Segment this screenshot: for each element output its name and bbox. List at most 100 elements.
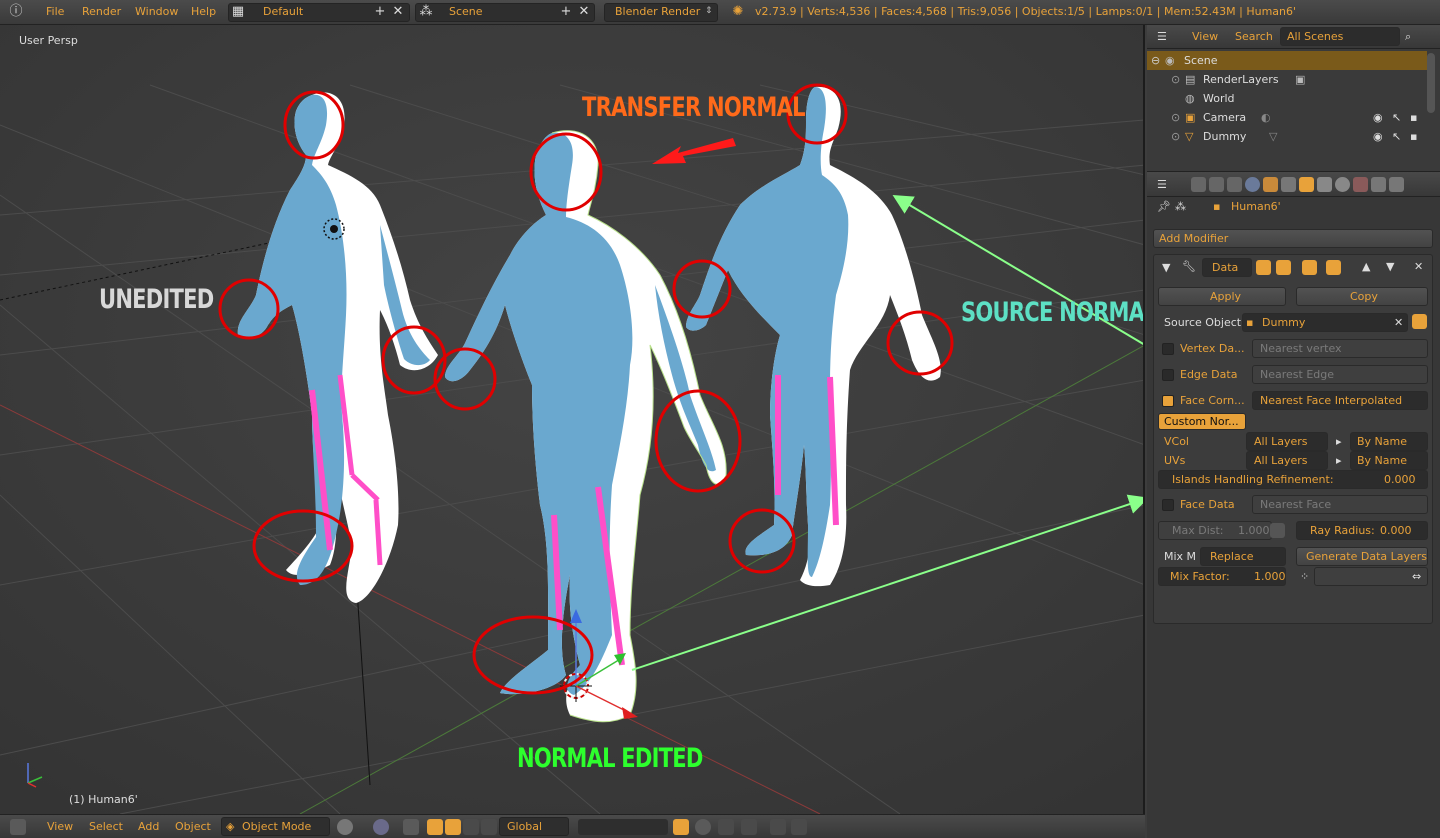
menu-view[interactable]: View — [47, 820, 73, 833]
scale-icon[interactable] — [463, 819, 479, 835]
face-corner-label: Face Corn... — [1180, 394, 1245, 407]
editmode-toggle-icon[interactable] — [1302, 260, 1317, 275]
particles-tab-icon[interactable] — [1371, 177, 1386, 192]
shading-icon[interactable] — [337, 819, 353, 835]
render-tab-icon[interactable] — [1191, 177, 1206, 192]
constraints-tab-icon[interactable] — [1281, 177, 1296, 192]
manipulator-toggle-icon[interactable] — [403, 819, 419, 835]
remove-modifier-icon[interactable]: ✕ — [1414, 260, 1423, 273]
3d-viewport[interactable]: User Persp (1) Human6' TRANSFER NORMAL U… — [0, 25, 1145, 814]
edge-data-checkbox[interactable] — [1162, 369, 1174, 381]
texture-tab-icon[interactable] — [1353, 177, 1368, 192]
menu-select[interactable]: Select — [89, 820, 123, 833]
blender-logo-icon: ✺ — [732, 4, 744, 19]
pivot-icon[interactable] — [373, 819, 389, 835]
editor-type-icon[interactable] — [10, 819, 26, 835]
add-scene-icon[interactable]: + — [558, 4, 574, 20]
expand-dot-icon[interactable]: ⊙ — [1171, 130, 1180, 143]
viewport-header: View Select Add Object ◈ Object Mode Glo… — [0, 814, 1145, 838]
scene-tree-icon: ◉ — [1165, 54, 1175, 67]
move-up-icon[interactable]: ▲ — [1362, 260, 1370, 273]
viewport-toggle-icon[interactable] — [1276, 260, 1291, 275]
delete-screen-icon[interactable]: ✕ — [390, 4, 406, 20]
visibility-eye-icon[interactable]: ◉ — [1373, 130, 1383, 143]
menu-add[interactable]: Add — [138, 820, 159, 833]
outliner-scrollbar[interactable] — [1427, 53, 1435, 113]
menu-file[interactable]: File — [46, 5, 64, 18]
face-mapping-value: Nearest Face — [1260, 498, 1332, 511]
render-animation-icon[interactable] — [791, 819, 807, 835]
outliner-row-dummy[interactable]: ⊙ ▽ Dummy ▽ ◉ ↖ ▪ — [1147, 127, 1427, 146]
select-arrow-icon[interactable]: ↖ — [1392, 130, 1401, 143]
outliner-label-renderlayers: RenderLayers — [1203, 73, 1279, 86]
expand-dot-icon[interactable]: ⊙ — [1171, 73, 1180, 86]
snap-target-icon[interactable] — [741, 819, 757, 835]
vcol-layers-value: All Layers — [1254, 435, 1308, 448]
visibility-eye-icon[interactable]: ◉ — [1373, 111, 1383, 124]
vcol-arrow-icon: ▸ — [1336, 435, 1342, 448]
menu-object[interactable]: Object — [175, 820, 211, 833]
mix-mode-label: Mix M — [1164, 550, 1197, 563]
rotate-icon[interactable] — [445, 819, 461, 835]
move-down-icon[interactable]: ▼ — [1386, 260, 1394, 273]
object-mode-icon: ◈ — [226, 820, 235, 833]
vertex-group-field[interactable] — [1314, 567, 1428, 586]
scene-stats: v2.73.9 | Verts:4,536 | Faces:4,568 | Tr… — [755, 5, 1297, 18]
transform-extra-icon[interactable] — [481, 819, 497, 835]
physics-tab-icon[interactable] — [1389, 177, 1404, 192]
expand-dot-icon[interactable]: ⊙ — [1171, 111, 1180, 124]
mix-mode-value: Replace — [1210, 550, 1254, 563]
layer-lock-icon[interactable] — [673, 819, 689, 835]
world-tab-icon[interactable] — [1245, 177, 1260, 192]
properties-editor-icon[interactable]: ☰ — [1157, 178, 1167, 191]
scene-tab-icon[interactable] — [1227, 177, 1242, 192]
menu-render[interactable]: Render — [82, 5, 121, 18]
snap-icon[interactable] — [718, 819, 734, 835]
data-tab-icon[interactable] — [1317, 177, 1332, 192]
vertex-data-checkbox[interactable] — [1162, 343, 1174, 355]
outliner-row-renderlayers[interactable]: ⊙ ▤ RenderLayers ▣ — [1147, 70, 1427, 89]
render-camera-icon[interactable]: ▪ — [1410, 130, 1417, 143]
material-tab-icon[interactable] — [1335, 177, 1350, 192]
render-toggle-icon[interactable] — [1256, 260, 1271, 275]
mesh-data-icon: ▽ — [1269, 130, 1278, 143]
object-tab-icon[interactable] — [1263, 177, 1278, 192]
islands-refinement-value: 0.000 — [1384, 473, 1416, 486]
ray-radius-label: Ray Radius: — [1310, 524, 1375, 537]
face-data-checkbox[interactable] — [1162, 499, 1174, 511]
add-screen-icon[interactable]: + — [372, 4, 388, 20]
outliner-menu-view[interactable]: View — [1192, 30, 1218, 43]
proportional-edit-icon[interactable] — [695, 819, 711, 835]
source-normal-label: SOURCE NORMAL — [961, 297, 1145, 328]
face-corner-checkbox[interactable] — [1162, 395, 1174, 407]
source-object-icon: ▪ — [1246, 316, 1254, 329]
outliner-editor-icon[interactable]: ☰ — [1157, 30, 1167, 43]
cage-toggle-icon[interactable] — [1326, 260, 1341, 275]
outliner-row-camera[interactable]: ⊙ ▣ Camera ◐ ◉ ↖ ▪ — [1147, 108, 1427, 127]
translate-icon[interactable] — [427, 819, 443, 835]
vertex-group-icon: ⁘ — [1300, 570, 1310, 583]
outliner-row-scene[interactable]: ⊖ ◉ Scene — [1147, 51, 1427, 70]
delete-scene-icon[interactable]: ✕ — [576, 4, 592, 20]
use-max-distance-icon[interactable] — [1270, 523, 1285, 538]
outliner-row-world[interactable]: ◍ World — [1147, 89, 1427, 108]
pin-icon[interactable]: 📌︎ — [1157, 200, 1171, 213]
outliner-search-icon[interactable]: ⌕ — [1405, 30, 1411, 44]
vertex-mapping-value: Nearest vertex — [1260, 342, 1342, 355]
invert-vertex-group-icon[interactable]: ⇔ — [1412, 570, 1421, 583]
collapse-icon[interactable]: ⊖ — [1151, 54, 1160, 67]
render-camera-icon[interactable]: ▪ — [1410, 111, 1417, 124]
info-editor-icon[interactable]: ⓘ — [8, 4, 24, 20]
clear-source-icon[interactable]: ✕ — [1394, 316, 1403, 329]
menu-window[interactable]: Window — [135, 5, 178, 18]
render-still-icon[interactable] — [770, 819, 786, 835]
menu-help[interactable]: Help — [191, 5, 216, 18]
modifiers-tab-icon[interactable] — [1299, 177, 1314, 192]
layers-grid[interactable] — [578, 819, 668, 835]
object-transform-icon[interactable] — [1412, 314, 1427, 329]
select-arrow-icon[interactable]: ↖ — [1392, 111, 1401, 124]
modifier-panel: ▼ 🔧︎ Data ▲ ▼ ✕ Apply Copy Source Object… — [1153, 254, 1433, 624]
renderlayer-tab-icon[interactable] — [1209, 177, 1224, 192]
outliner-menu-search[interactable]: Search — [1235, 30, 1273, 43]
collapse-panel-icon[interactable]: ▼ — [1162, 261, 1170, 274]
